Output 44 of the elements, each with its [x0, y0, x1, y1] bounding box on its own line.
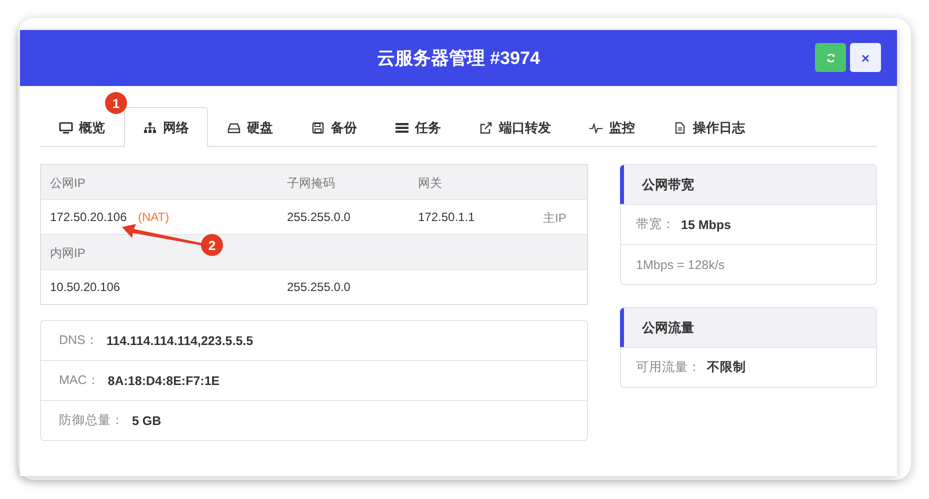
sitemap-icon: [143, 122, 157, 134]
field-value: 114.114.114.114,223.5.5.5: [106, 334, 254, 348]
document-icon: [673, 122, 687, 134]
column-header: 网关: [418, 175, 442, 192]
field-label: DNS：: [59, 332, 98, 349]
table-cell: 172.50.1.1: [418, 210, 475, 224]
field-value: 8A:18:D4:8E:F7:1E: [108, 374, 220, 388]
table-cell: 10.50.20.106: [50, 280, 120, 294]
column-header: 公网IP: [50, 175, 86, 192]
field-label: 带宽：: [636, 216, 675, 233]
tab[interactable]: 任务: [376, 107, 460, 147]
field-value: 不限制: [707, 359, 746, 376]
table-cell: 172.50.20.106: [50, 210, 127, 224]
card-title: 公网带宽: [620, 165, 876, 204]
close-button[interactable]: ×: [850, 43, 881, 72]
refresh-icon: [826, 52, 836, 62]
field-label: 可用流量：: [636, 359, 701, 376]
field-label: MAC：: [59, 372, 100, 389]
tab[interactable]: 端口转发: [460, 107, 570, 147]
tab[interactable]: 硬盘: [208, 107, 292, 147]
field-label: 防御总量：: [59, 412, 124, 429]
table-cell: 255.255.0.0: [287, 210, 350, 224]
primary-ip-label: 主IP: [543, 210, 566, 227]
field-value: 5 GB: [132, 414, 162, 428]
conversion-note: 1Mbps = 128k/s: [636, 258, 725, 272]
monitor-icon: [59, 122, 73, 134]
tab[interactable]: 操作日志: [654, 107, 764, 147]
table-cell: 255.255.0.0: [287, 280, 350, 294]
dialog-title: 云服务器管理 #3974: [376, 47, 540, 70]
column-header: 子网掩码: [287, 175, 335, 192]
drive-icon: [227, 122, 241, 134]
external-link-icon: [479, 122, 493, 134]
list-icon: [395, 122, 409, 134]
tab[interactable]: 网络: [124, 107, 208, 147]
refresh-button[interactable]: [815, 43, 846, 72]
card-title: 公网流量: [620, 308, 876, 347]
pulse-icon: [589, 122, 603, 134]
floppy-icon: [311, 122, 325, 134]
annotation-badge: 1: [105, 92, 127, 114]
tab[interactable]: 备份: [292, 107, 376, 147]
tab[interactable]: 监控: [570, 107, 654, 147]
nat-tag: (NAT): [138, 210, 170, 224]
field-value: 15 Mbps: [681, 218, 732, 232]
column-header: 内网IP: [50, 245, 86, 262]
